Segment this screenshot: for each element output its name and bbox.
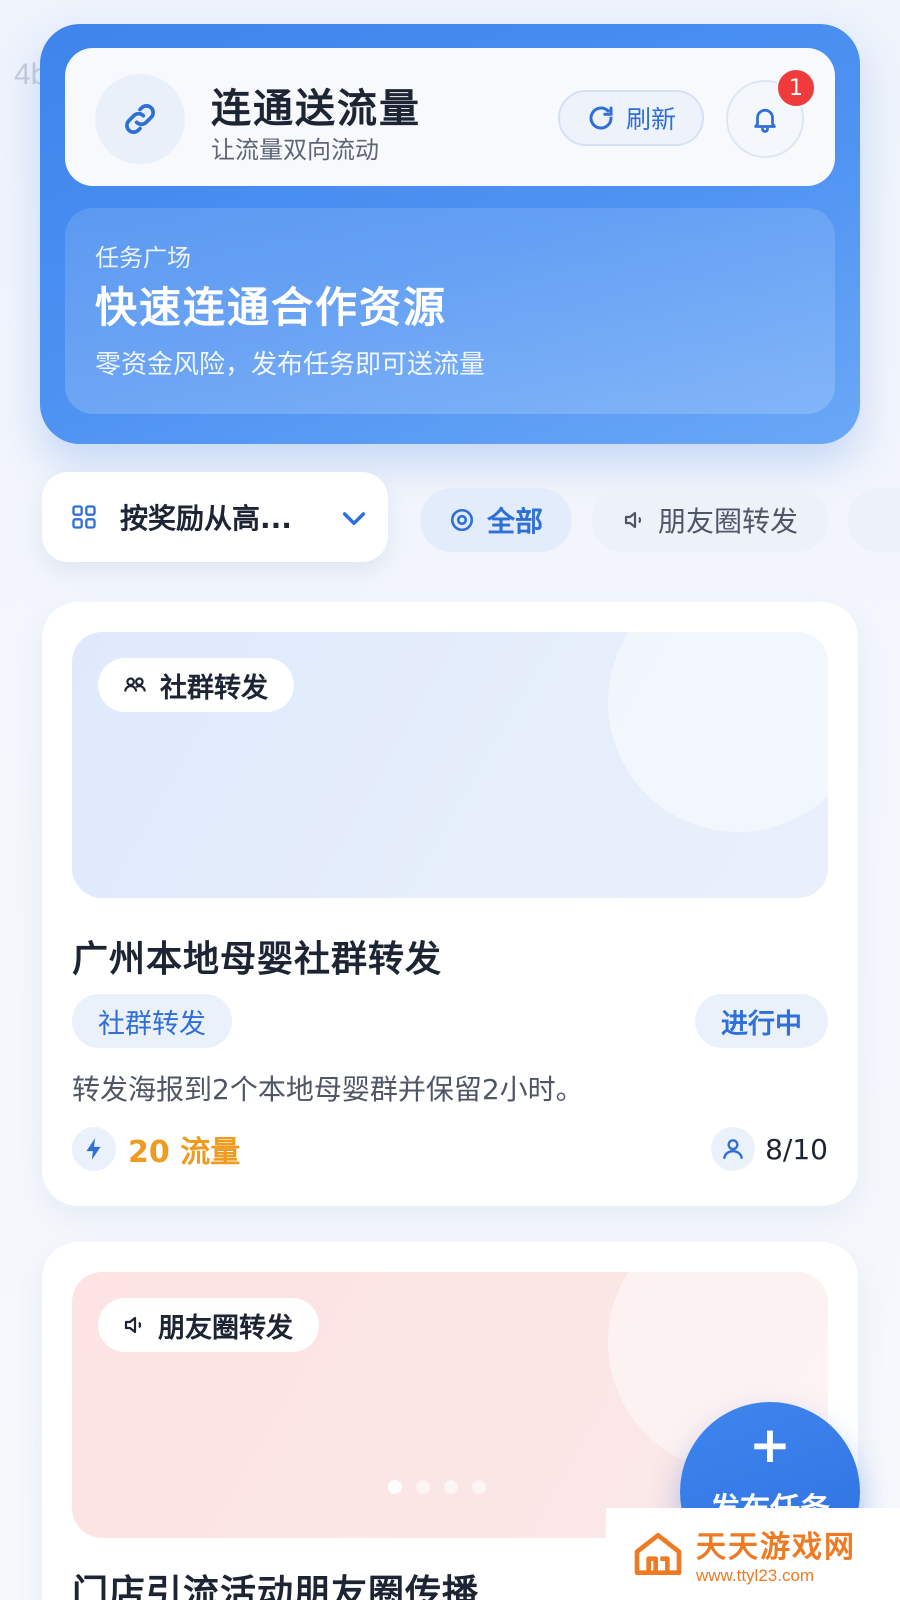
cover-decoration [608, 632, 828, 832]
carousel-dot[interactable] [472, 1480, 486, 1494]
banner-description: 零资金风险，发布任务即可送流量 [95, 350, 486, 380]
link-icon [95, 74, 185, 164]
carousel-dot[interactable] [388, 1480, 402, 1494]
cover-category-tag: 朋友圈转发 [98, 1298, 319, 1352]
lightning-icon [72, 1127, 116, 1171]
participant-count: 8/10 [765, 1132, 828, 1166]
refresh-label: 刷新 [625, 105, 676, 134]
task-title: 广州本地母婴社群转发 [72, 939, 443, 980]
target-icon [450, 508, 474, 532]
task-type-badge: 社群转发 [72, 994, 232, 1048]
carousel-dots[interactable] [388, 1480, 486, 1494]
app-header: 连通送流量 让流量双向流动 刷新 1 [65, 48, 835, 186]
site-watermark: 天天游戏网 www.ttyl23.com [606, 1508, 900, 1600]
filter-chip-label: 朋友圈转发 [657, 505, 798, 538]
app-title: 连通送流量 [211, 86, 421, 132]
refresh-icon [589, 106, 613, 130]
carousel-dot[interactable] [416, 1480, 430, 1494]
banner-kicker: 任务广场 [95, 244, 191, 272]
filter-chip-label: 全部 [486, 505, 543, 538]
plus-icon: + [749, 1416, 791, 1474]
task-plaza-banner[interactable]: 任务广场 快速连通合作资源 零资金风险，发布任务即可送流量 [65, 208, 835, 414]
app-subtitle: 让流量双向流动 [211, 136, 379, 164]
filter-chip-more[interactable] [848, 488, 900, 552]
cover-tag-label: 朋友圈转发 [158, 1312, 293, 1344]
site-name: 天天游戏网 [696, 1530, 856, 1565]
carousel-dot[interactable] [444, 1480, 458, 1494]
refresh-button[interactable]: 刷新 [558, 90, 704, 146]
group-icon [124, 677, 146, 692]
task-description: 转发海报到2个本地母婴群并保留2小时。 [72, 1073, 584, 1106]
task-cover-image: 社群转发 [72, 632, 828, 898]
notification-badge: 1 [776, 68, 816, 108]
filter-chip-all[interactable]: 全部 [420, 488, 572, 552]
speaker-icon [124, 1316, 142, 1334]
task-status-badge: 进行中 [695, 994, 828, 1048]
sort-dropdown[interactable]: 按奖励从高... [42, 472, 388, 562]
task-title: 门店引流活动朋友圈传播 [72, 1573, 480, 1600]
hero-panel: 连通送流量 让流量双向流动 刷新 1 任务广场 快速连通合作资源 零资金风险，发… [40, 24, 860, 444]
speaker-icon [624, 511, 642, 529]
bell-icon [754, 108, 776, 133]
cover-category-tag: 社群转发 [98, 658, 294, 712]
task-participants: 8/10 [711, 1124, 828, 1174]
chevron-down-icon [342, 512, 366, 526]
user-icon [711, 1127, 756, 1171]
task-card[interactable]: 社群转发 广州本地母婴社群转发 社群转发 进行中 转发海报到2个本地母婴群并保留… [42, 602, 858, 1206]
banner-title: 快速连通合作资源 [95, 283, 448, 332]
cover-tag-label: 社群转发 [160, 672, 268, 704]
reward-amount: 20 流量 [128, 1135, 241, 1170]
site-url: www.ttyl23.com [696, 1566, 815, 1585]
sort-label: 按奖励从高... [120, 502, 292, 535]
house-logo-icon [634, 1533, 682, 1575]
grid-icon [72, 505, 96, 529]
filter-chip-moments[interactable]: 朋友圈转发 [592, 488, 828, 552]
task-reward: 20 流量 [72, 1124, 240, 1174]
